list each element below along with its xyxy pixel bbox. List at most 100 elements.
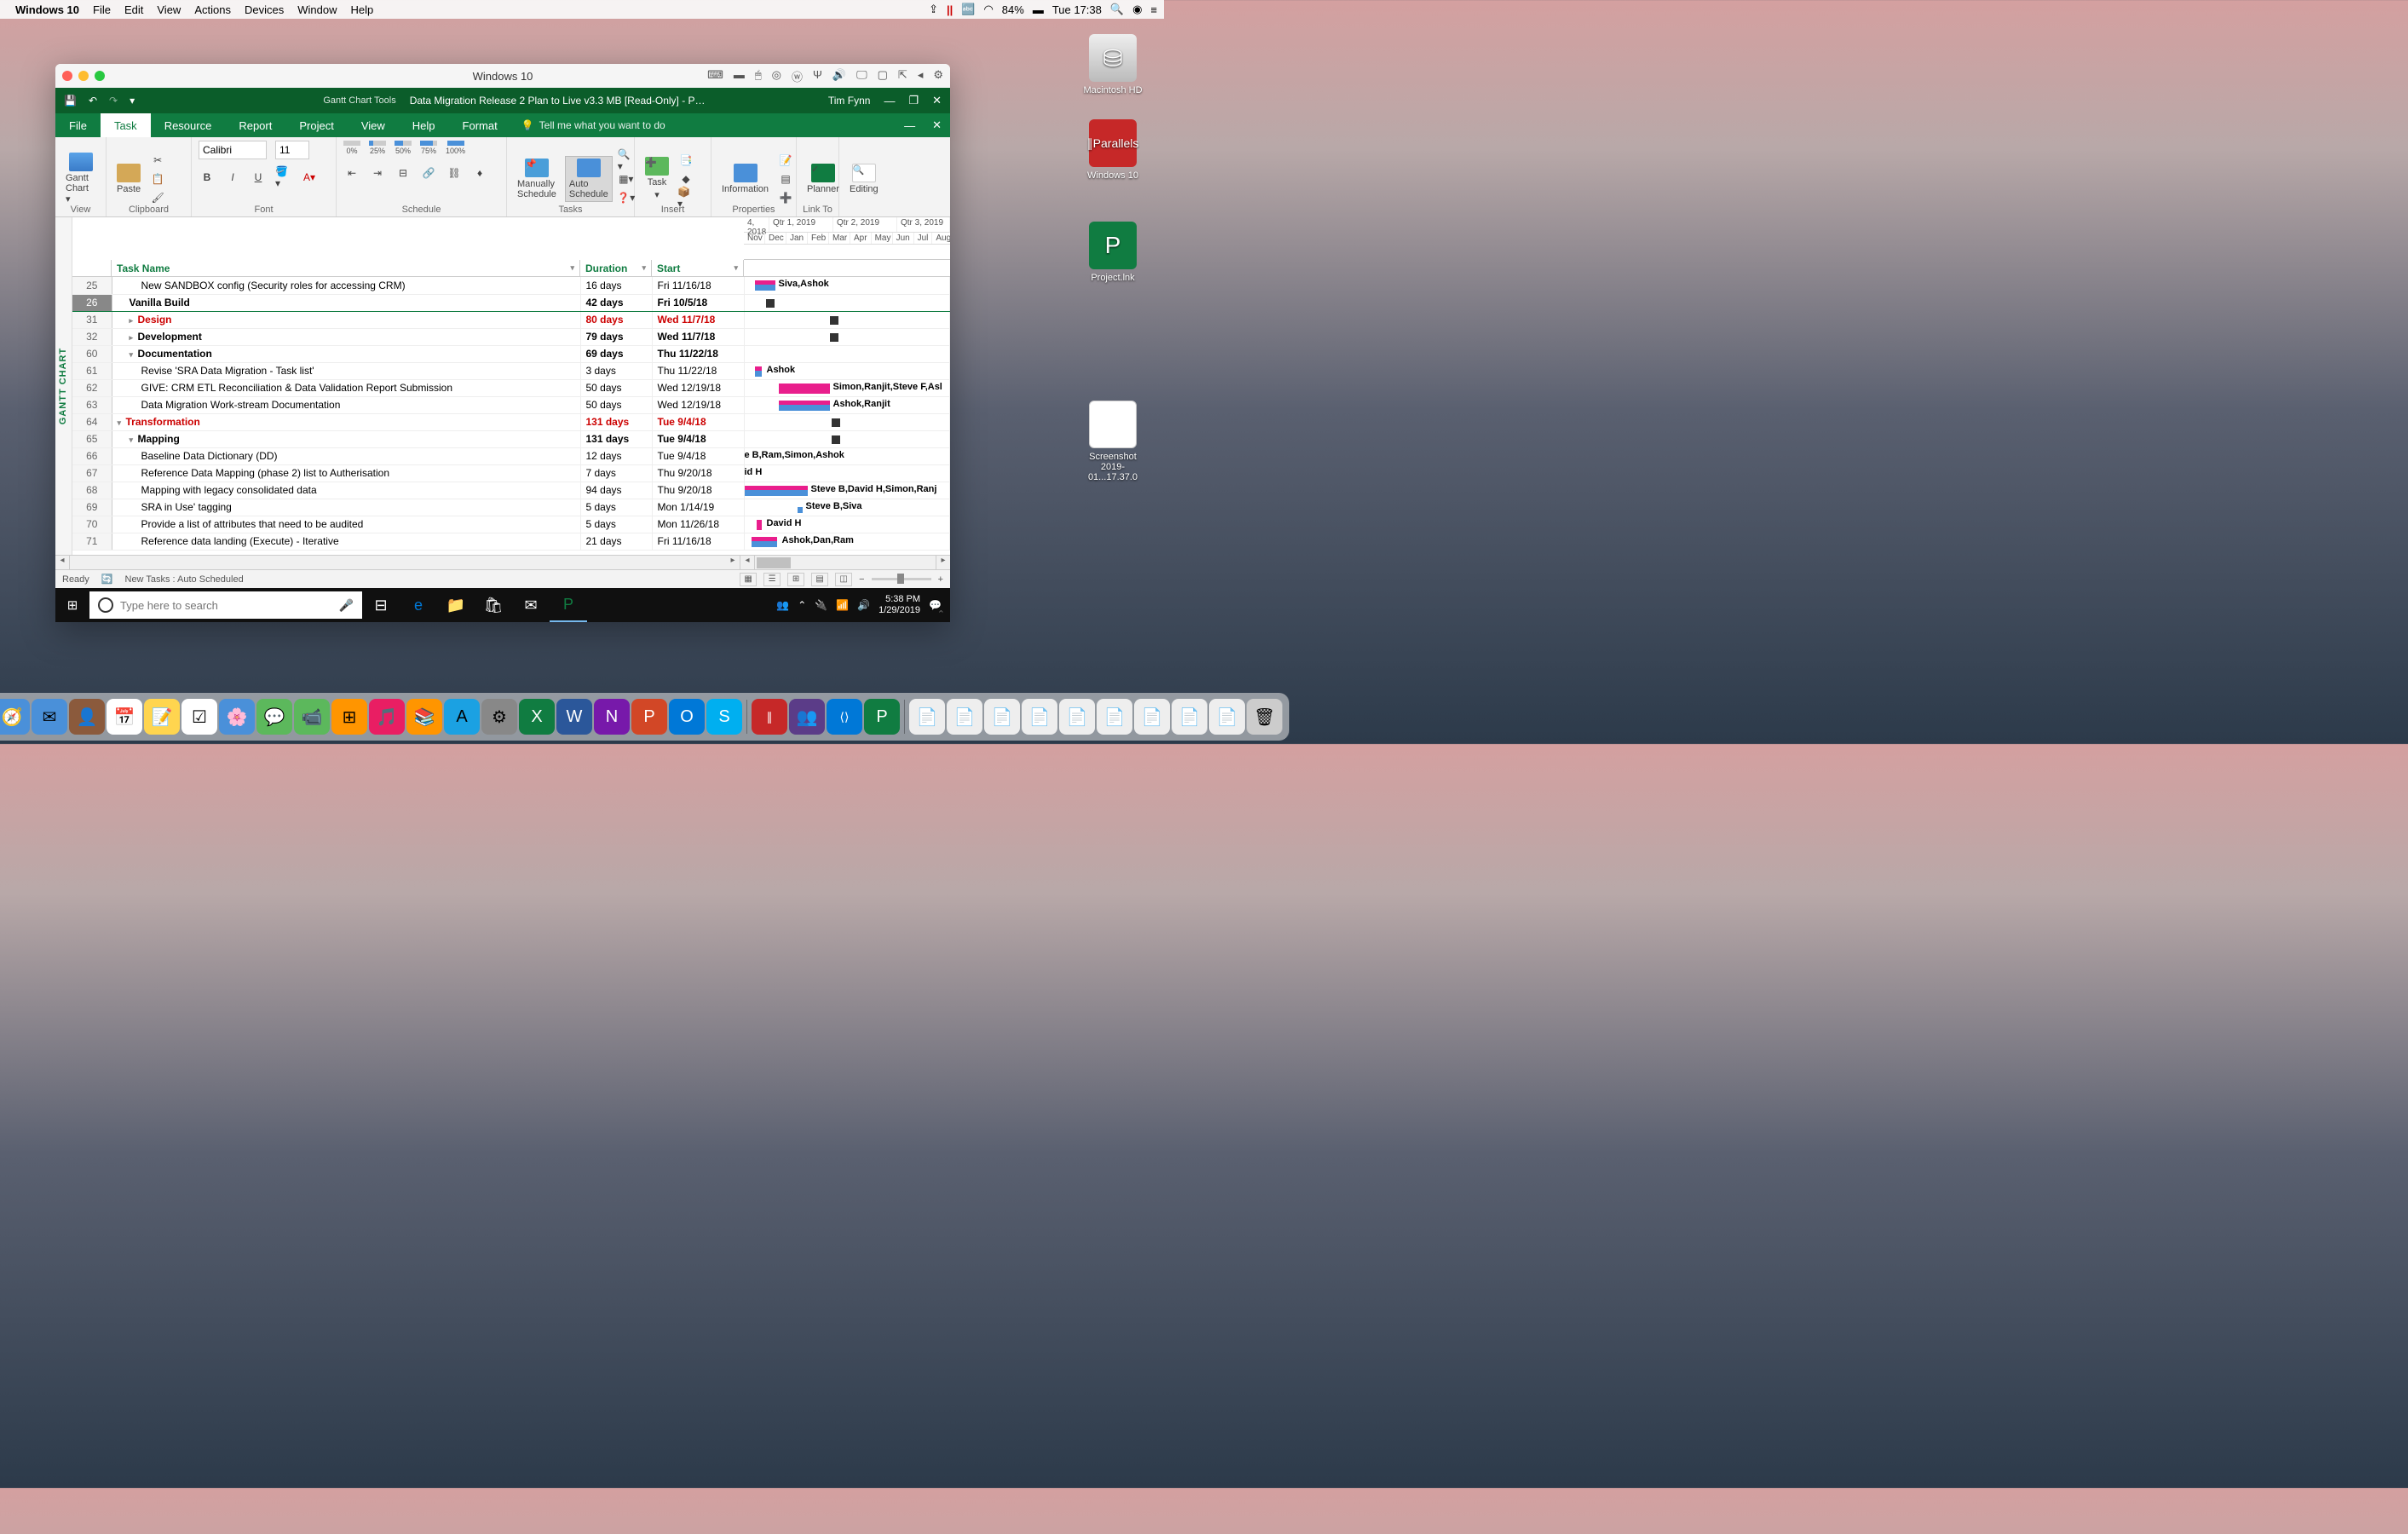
right-scroll-track[interactable] bbox=[755, 556, 936, 569]
start-cell[interactable]: Tue 9/4/18 bbox=[652, 430, 744, 447]
start-cell[interactable]: Mon 11/26/18 bbox=[652, 516, 744, 533]
tab-view[interactable]: View bbox=[348, 113, 399, 137]
respect-links-icon[interactable]: ♦ bbox=[471, 165, 488, 181]
network-icon[interactable]: 📶 bbox=[836, 599, 849, 611]
start-cell[interactable]: Wed 12/19/18 bbox=[652, 379, 744, 396]
outdent-icon[interactable]: ⇤ bbox=[343, 165, 360, 181]
notes-icon[interactable]: 📝 bbox=[777, 153, 794, 168]
task-name-cell[interactable]: ▸Development bbox=[112, 328, 580, 345]
duration-cell[interactable]: 131 days bbox=[580, 430, 652, 447]
pct-100[interactable]: 100% bbox=[446, 141, 465, 155]
left-scroll-track[interactable] bbox=[70, 556, 726, 569]
milestone-icon[interactable]: ◆ bbox=[677, 171, 694, 187]
start-cell[interactable]: Fri 10/5/18 bbox=[652, 294, 744, 311]
app-name[interactable]: Windows 10 bbox=[15, 3, 79, 16]
dock-stack-9[interactable]: 📄 bbox=[1209, 699, 1245, 735]
gantt-bar-cell[interactable]: id H bbox=[744, 464, 950, 482]
task-name-cell[interactable]: Vanilla Build bbox=[112, 294, 580, 311]
dock-stack-4[interactable]: 📄 bbox=[1022, 699, 1057, 735]
teams-icon[interactable]: 👥 bbox=[789, 699, 825, 735]
desktop-icon-parallels[interactable]: ∥Parallels Windows 10 bbox=[1079, 119, 1147, 181]
store-icon[interactable]: 🛍 bbox=[475, 588, 512, 622]
view-team-icon[interactable]: ⊞ bbox=[787, 573, 804, 586]
gantt-bar-cell[interactable]: e B,Ram,Simon,Ashok bbox=[744, 447, 950, 464]
task-name-cell[interactable]: ▾Mapping bbox=[112, 430, 580, 447]
parallels-dock-icon[interactable]: ∥ bbox=[752, 699, 787, 735]
project-taskbar-icon[interactable]: P bbox=[550, 588, 587, 622]
project-dock-icon[interactable]: P bbox=[864, 699, 900, 735]
redo-icon[interactable]: ↷ bbox=[109, 95, 118, 107]
row-number[interactable]: 63 bbox=[72, 396, 112, 413]
collapse-ribbon-icon[interactable]: ⌃ bbox=[937, 608, 945, 620]
pct-50[interactable]: 50% bbox=[395, 141, 412, 155]
wifi-icon[interactable]: ◠ bbox=[983, 3, 993, 16]
tell-me-search[interactable]: 💡 Tell me what you want to do bbox=[511, 113, 676, 137]
task-row[interactable]: 71Reference data landing (Execute) - Ite… bbox=[72, 533, 950, 550]
dock-stack-3[interactable]: 📄 bbox=[984, 699, 1020, 735]
dropbox-icon[interactable]: ⇪ bbox=[929, 3, 938, 16]
qat-dropdown-icon[interactable]: ▾ bbox=[130, 95, 135, 107]
task-row[interactable]: 66Baseline Data Dictionary (DD)12 daysTu… bbox=[72, 447, 950, 464]
start-cell[interactable]: Fri 11/16/18 bbox=[652, 277, 744, 294]
save-icon[interactable]: 💾 bbox=[64, 95, 77, 107]
expand-toggle-icon[interactable]: ▾ bbox=[130, 435, 138, 445]
font-name-input[interactable] bbox=[199, 141, 267, 159]
duration-cell[interactable]: 16 days bbox=[580, 277, 652, 294]
ibooks-icon[interactable]: 📚 bbox=[406, 699, 442, 735]
desktop-icon-screenshot[interactable]: Screenshot 2019-01...17.37.0 bbox=[1079, 401, 1147, 482]
task-view-icon[interactable]: ⊟ bbox=[362, 588, 400, 622]
skype-icon[interactable]: S bbox=[706, 699, 742, 735]
task-name-cell[interactable]: Mapping with legacy consolidated data bbox=[112, 482, 580, 499]
tab-task[interactable]: Task bbox=[101, 113, 151, 137]
tab-format[interactable]: Format bbox=[449, 113, 511, 137]
input-icon[interactable]: 🔤 bbox=[961, 3, 975, 16]
duration-cell[interactable]: 50 days bbox=[580, 379, 652, 396]
vm-titlebar[interactable]: Windows 10 ⌨ ▬ 🖱 ◎ ⓦ Ψ 🔊 🖵 ▢ ⇱ ◂ ⚙ bbox=[55, 64, 950, 88]
row-number[interactable]: 31 bbox=[72, 311, 112, 328]
gantt-bar[interactable] bbox=[779, 384, 830, 394]
task-row[interactable]: 70Provide a list of attributes that need… bbox=[72, 516, 950, 533]
scroll-left-icon[interactable]: ◂ bbox=[55, 556, 70, 569]
gantt-bar-cell[interactable] bbox=[744, 345, 950, 362]
vscode-icon[interactable]: ⟨⟩ bbox=[827, 699, 862, 735]
scroll-right-icon[interactable]: ▸ bbox=[936, 556, 950, 569]
menu-window[interactable]: Window bbox=[297, 3, 337, 16]
gantt-bar[interactable] bbox=[757, 520, 762, 530]
task-name-cell[interactable]: ▾Transformation bbox=[112, 413, 580, 430]
move-icon[interactable]: ▦▾ bbox=[618, 171, 635, 187]
details-icon[interactable]: ▤ bbox=[777, 171, 794, 187]
duration-cell[interactable]: 3 days bbox=[580, 362, 652, 379]
parallels-status-icon[interactable]: || bbox=[947, 3, 953, 16]
copy-icon[interactable]: 📋 bbox=[149, 171, 166, 187]
task-row[interactable]: 26Vanilla Build42 daysFri 10/5/18 bbox=[72, 294, 950, 311]
row-number[interactable]: 61 bbox=[72, 362, 112, 379]
fill-color-icon[interactable]: 🪣▾ bbox=[275, 170, 292, 185]
pct-0[interactable]: 0% bbox=[343, 141, 360, 155]
task-name-cell[interactable]: Reference data landing (Execute) - Itera… bbox=[112, 533, 580, 550]
task-name-cell[interactable]: New SANDBOX config (Security roles for a… bbox=[112, 277, 580, 294]
menu-view[interactable]: View bbox=[157, 3, 181, 16]
task-row[interactable]: 67Reference Data Mapping (phase 2) list … bbox=[72, 464, 950, 482]
menu-actions[interactable]: Actions bbox=[194, 3, 231, 16]
explorer-icon[interactable]: 📁 bbox=[437, 588, 475, 622]
task-row[interactable]: 31▸Design80 daysWed 11/7/18 bbox=[72, 311, 950, 328]
zoom-thumb[interactable] bbox=[897, 574, 904, 584]
duration-cell[interactable]: 79 days bbox=[580, 328, 652, 345]
task-row[interactable]: 63Data Migration Work-stream Documentati… bbox=[72, 396, 950, 413]
auto-schedule-button[interactable]: AutoSchedule bbox=[565, 156, 613, 202]
tab-resource[interactable]: Resource bbox=[151, 113, 226, 137]
task-grid[interactable]: 25New SANDBOX config (Security roles for… bbox=[72, 277, 950, 551]
summary-icon[interactable]: 📑 bbox=[677, 153, 694, 168]
spotlight-icon[interactable]: 🔍 bbox=[1110, 3, 1124, 16]
start-button[interactable]: ⊞ bbox=[55, 597, 89, 613]
ribbon-minimize-icon[interactable]: — bbox=[896, 113, 924, 137]
win-close-icon[interactable]: ✕ bbox=[932, 94, 942, 107]
start-cell[interactable]: Wed 11/7/18 bbox=[652, 311, 744, 328]
row-number[interactable]: 71 bbox=[72, 533, 112, 550]
task-row[interactable]: 61Revise 'SRA Data Migration - Task list… bbox=[72, 362, 950, 379]
desktop-icon-hd[interactable]: ⛁ Macintosh HD bbox=[1079, 34, 1147, 95]
menu-devices[interactable]: Devices bbox=[245, 3, 284, 16]
gantt-bar-cell[interactable]: Ashok,Ranjit bbox=[744, 396, 950, 413]
row-number[interactable]: 66 bbox=[72, 447, 112, 464]
mode-icon[interactable]: ❓▾ bbox=[618, 190, 635, 205]
